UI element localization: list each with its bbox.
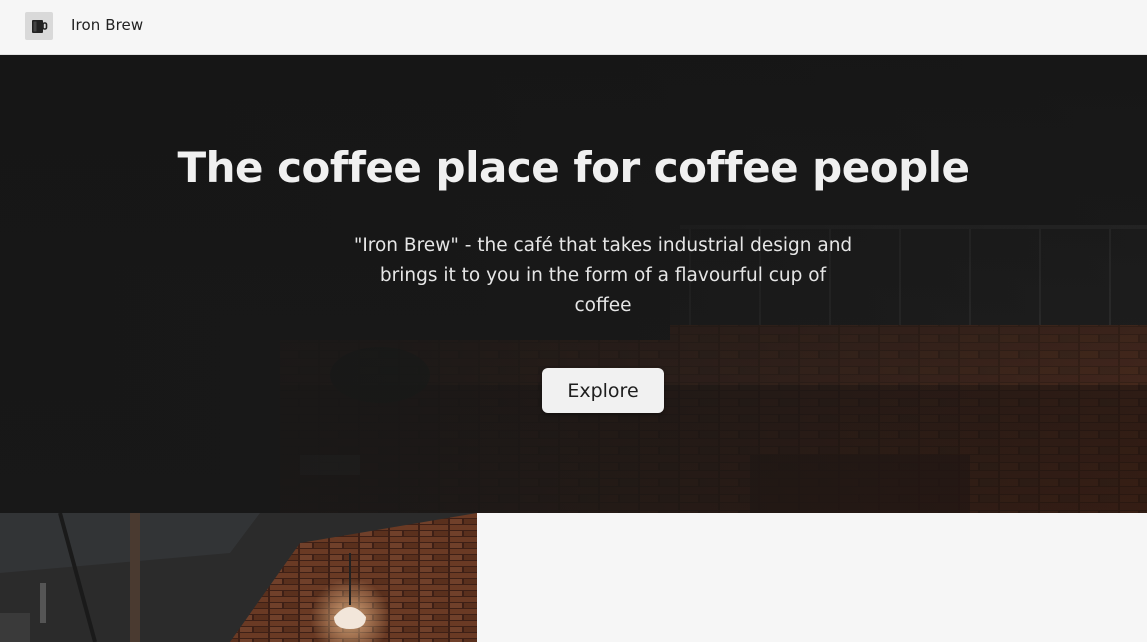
content-panel: [477, 513, 1147, 642]
hero-subtitle: "Iron Brew" - the café that takes indust…: [353, 235, 853, 316]
hero-title: The coffee place for coffee people: [177, 143, 970, 192]
navbar: Iron Brew: [0, 0, 1147, 55]
explore-button[interactable]: Explore: [542, 368, 664, 413]
hero-section: The coffee place for coffee people "Iron…: [0, 55, 1147, 513]
brand-name[interactable]: Iron Brew: [71, 16, 143, 34]
coffee-cup-icon[interactable]: [25, 12, 53, 40]
cafe-interior-image: [0, 513, 477, 642]
